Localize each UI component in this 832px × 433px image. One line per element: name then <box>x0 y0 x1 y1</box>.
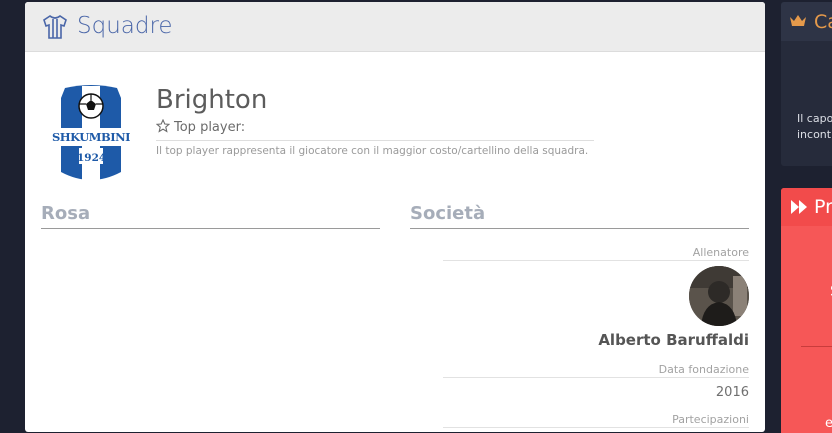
shirt-icon <box>43 15 67 39</box>
coach-photo <box>689 266 749 326</box>
section-title-rosa: Rosa <box>41 203 91 224</box>
partecipazioni-label: Partecipazioni <box>672 413 749 426</box>
side-panel-header: Pr <box>781 188 832 226</box>
fondazione-value: 2016 <box>715 385 749 400</box>
section-rule-societa <box>410 228 749 229</box>
side-panel-fragment: e <box>825 416 832 431</box>
page-title: Squadre <box>77 13 173 39</box>
divider <box>443 260 749 261</box>
coach-name: Alberto Baruffaldi <box>598 331 749 349</box>
fondazione-label: Data fondazione <box>658 363 749 376</box>
side-panel-text: Il capo incont <box>797 111 832 143</box>
top-player-label: Top player: <box>174 120 246 135</box>
side-panel-next: Pr S e <box>781 188 832 433</box>
section-title-societa: Società <box>410 203 486 224</box>
top-player-description: Il top player rappresenta il giocatore c… <box>156 145 589 157</box>
section-rule-rosa <box>41 228 380 229</box>
teams-panel: Squadre SHKUMBINI 1924 Brighton Top play… <box>25 2 765 432</box>
side-panel-captain: Ca Il capo incont <box>781 2 832 166</box>
divider <box>156 140 594 141</box>
top-player: Top player: <box>156 119 245 135</box>
crown-icon <box>790 15 806 26</box>
divider <box>443 377 749 378</box>
coach-avatar <box>689 266 749 326</box>
side-panel-title: Pr <box>814 196 832 218</box>
star-icon <box>156 119 170 133</box>
side-panel-line: incont <box>797 128 832 141</box>
divider <box>801 346 832 347</box>
allenatore-label: Allenatore <box>692 246 749 259</box>
double-arrow-icon <box>791 200 807 214</box>
logo-text: SHKUMBINI <box>52 130 131 144</box>
logo-year: 1924 <box>77 152 107 164</box>
panel-header: Squadre <box>25 2 765 52</box>
side-panel-title: Ca <box>814 11 832 33</box>
team-name: Brighton <box>156 85 268 115</box>
side-panel-header: Ca <box>781 2 832 41</box>
side-panel-line: Il capo <box>797 112 832 125</box>
